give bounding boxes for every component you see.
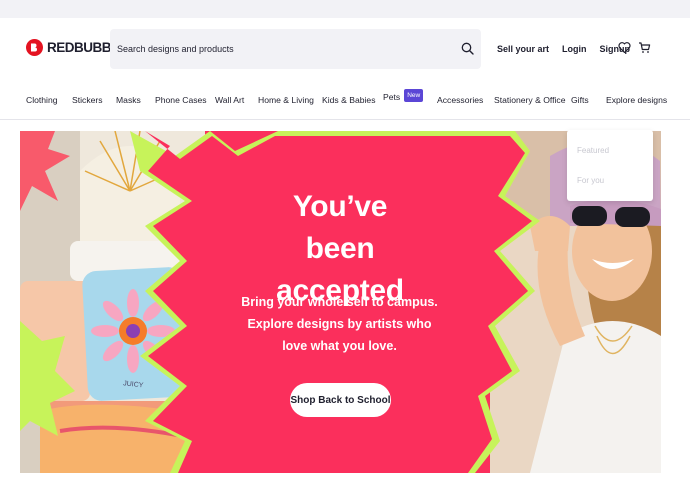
nav-masks[interactable]: Masks [116,95,141,105]
nav-explore-designs[interactable]: Explore designs [606,95,667,105]
nav-accessories[interactable]: Accessories [437,95,483,105]
nav-wall-art[interactable]: Wall Art [215,95,244,105]
nav-pets-label: Pets [383,91,401,102]
category-nav: Clothing Stickers Masks Phone Cases Wall… [0,80,690,120]
nav-gifts[interactable]: Gifts [571,95,589,105]
nav-kids-babies[interactable]: Kids & Babies [322,95,376,105]
header-links: Sell your art Login Signup [497,44,630,54]
cart-icon[interactable] [638,41,651,59]
search-icon[interactable] [461,42,474,60]
nav-stationery-office[interactable]: Stationery & Office [494,95,566,105]
nav-stickers[interactable]: Stickers [72,95,103,105]
shop-back-to-school-button[interactable]: Shop Back to School [290,383,391,417]
dropdown-item-for-you[interactable]: For you [577,176,604,185]
nav-home-living[interactable]: Home & Living [258,95,314,105]
dropdown-item-featured[interactable]: Featured [577,146,609,155]
explore-designs-dropdown: Featured For you [567,130,653,201]
new-badge: New [404,89,424,102]
nav-pets[interactable]: Pets New [383,89,424,104]
site-header: REDBUBBLE Sell your art Login Signup [0,18,690,80]
nav-clothing[interactable]: Clothing [26,95,58,105]
heart-icon[interactable] [618,41,631,59]
hero-subtext: Bring your whole self to campus. Explore… [241,295,438,353]
sell-your-art-link[interactable]: Sell your art [497,44,549,54]
search-bar [110,29,481,69]
nav-phone-cases[interactable]: Phone Cases [155,95,207,105]
search-input[interactable] [117,44,437,54]
redbubble-logo-icon [26,39,43,56]
hero-banner: JUICY You’ve been accepted Bring your wh… [20,131,661,473]
top-strip [0,0,690,18]
login-link[interactable]: Login [562,44,587,54]
